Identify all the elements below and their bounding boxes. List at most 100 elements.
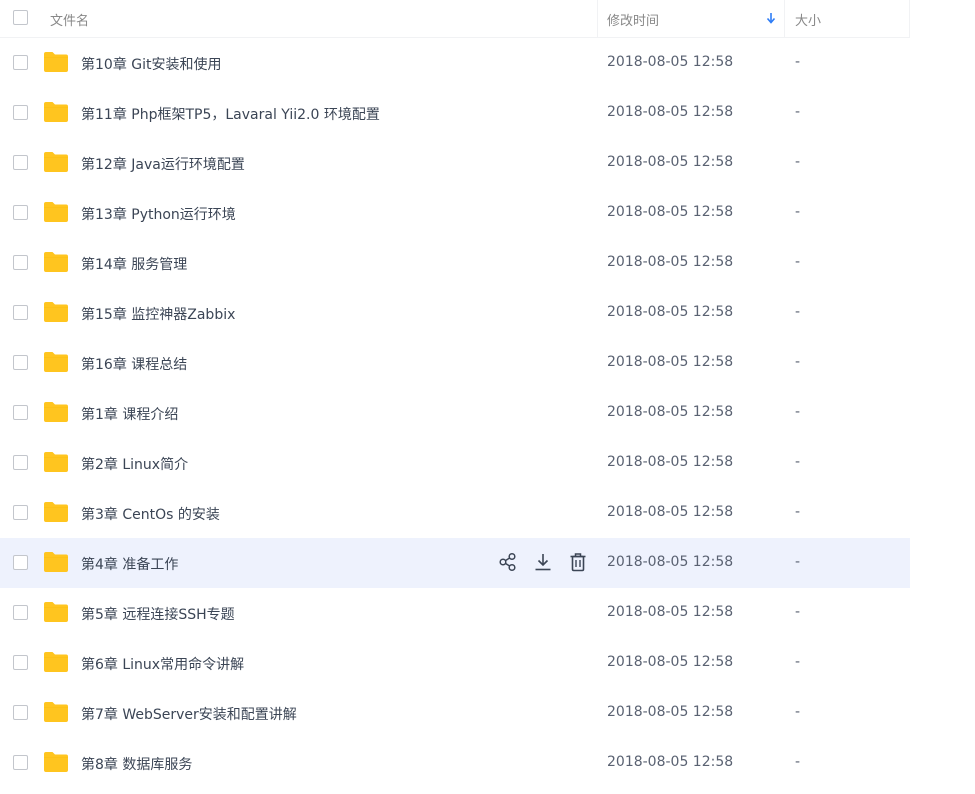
file-list-header: 文件名 修改时间 大小 bbox=[0, 0, 910, 38]
file-size: - bbox=[795, 104, 801, 120]
file-size: - bbox=[795, 404, 801, 420]
share-icon bbox=[497, 551, 519, 573]
column-header-size[interactable]: 大小 bbox=[795, 10, 821, 29]
file-row[interactable]: 第2章 Linux简介 2018-08-05 12:58 - bbox=[0, 438, 910, 488]
file-name[interactable]: 第14章 服务管理 bbox=[81, 254, 187, 274]
folder-icon bbox=[44, 302, 68, 322]
file-row[interactable]: 第12章 Java运行环境配置 2018-08-05 12:58 - bbox=[0, 138, 910, 188]
row-checkbox[interactable] bbox=[13, 705, 28, 720]
row-checkbox[interactable] bbox=[13, 455, 28, 470]
delete-icon bbox=[567, 551, 589, 573]
file-name[interactable]: 第5章 远程连接SSH专题 bbox=[81, 604, 235, 624]
folder-icon bbox=[44, 602, 68, 622]
file-row[interactable]: 第14章 服务管理 2018-08-05 12:58 - bbox=[0, 238, 910, 288]
modified-time: 2018-08-05 12:58 bbox=[607, 104, 734, 120]
modified-time: 2018-08-05 12:58 bbox=[607, 354, 734, 370]
modified-time: 2018-08-05 12:58 bbox=[607, 554, 734, 570]
folder-icon bbox=[44, 452, 68, 472]
file-name[interactable]: 第1章 课程介绍 bbox=[81, 404, 178, 424]
file-size: - bbox=[795, 504, 801, 520]
download-button[interactable] bbox=[532, 551, 554, 573]
row-checkbox[interactable] bbox=[13, 555, 28, 570]
file-row[interactable]: 第6章 Linux常用命令讲解 2018-08-05 12:58 - bbox=[0, 638, 910, 688]
file-size: - bbox=[795, 204, 801, 220]
folder-icon bbox=[44, 52, 68, 72]
file-row[interactable]: 第8章 数据库服务 2018-08-05 12:58 - bbox=[0, 738, 910, 788]
file-list: 第10章 Git安装和使用 2018-08-05 12:58- 第11章 Php框架… bbox=[0, 38, 910, 788]
row-checkbox[interactable] bbox=[13, 505, 28, 520]
file-row[interactable]: 第4章 准备工作 2018-08-05 12:58 - bbox=[0, 538, 910, 588]
column-header-name[interactable]: 文件名 bbox=[50, 10, 89, 29]
file-size: - bbox=[795, 54, 801, 70]
modified-time: 2018-08-05 12:58 bbox=[607, 404, 734, 420]
arrow-down-icon[interactable] bbox=[764, 8, 778, 28]
folder-icon bbox=[44, 252, 68, 272]
file-row[interactable]: 第16章 课程总结 2018-08-05 12:58 - bbox=[0, 338, 910, 388]
file-name[interactable]: 第11章 Php框架TP5，Lavaral Yii2.0 环境配置 bbox=[81, 104, 380, 124]
file-row[interactable]: 第1章 课程介绍 2018-08-05 12:58 - bbox=[0, 388, 910, 438]
modified-time: 2018-08-05 12:58 bbox=[607, 504, 734, 520]
file-row[interactable]: 第10章 Git安装和使用 2018-08-05 12:58 - bbox=[0, 38, 910, 88]
file-name[interactable]: 第16章 课程总结 bbox=[81, 354, 187, 374]
file-name[interactable]: 第2章 Linux简介 bbox=[81, 454, 188, 474]
modified-time: 2018-08-05 12:58 bbox=[607, 54, 734, 70]
folder-icon bbox=[44, 752, 68, 772]
row-checkbox[interactable] bbox=[13, 55, 28, 70]
file-size: - bbox=[795, 604, 801, 620]
file-size: - bbox=[795, 454, 801, 470]
modified-time: 2018-08-05 12:58 bbox=[607, 154, 734, 170]
column-divider[interactable] bbox=[784, 0, 785, 37]
delete-button[interactable] bbox=[567, 551, 589, 573]
folder-icon bbox=[44, 352, 68, 372]
file-size: - bbox=[795, 704, 801, 720]
row-checkbox[interactable] bbox=[13, 305, 28, 320]
file-row[interactable]: 第11章 Php框架TP5，Lavaral Yii2.0 环境配置 2018-08… bbox=[0, 88, 910, 138]
folder-icon bbox=[44, 402, 68, 422]
file-size: - bbox=[795, 354, 801, 370]
folder-icon bbox=[44, 502, 68, 522]
row-checkbox[interactable] bbox=[13, 155, 28, 170]
row-checkbox[interactable] bbox=[13, 105, 28, 120]
file-name[interactable]: 第12章 Java运行环境配置 bbox=[81, 154, 245, 174]
column-divider[interactable] bbox=[597, 0, 598, 37]
file-size: - bbox=[795, 154, 801, 170]
folder-icon bbox=[44, 652, 68, 672]
file-name[interactable]: 第15章 监控神器Zabbix bbox=[81, 304, 235, 324]
download-icon bbox=[532, 551, 554, 573]
row-checkbox[interactable] bbox=[13, 655, 28, 670]
modified-time: 2018-08-05 12:58 bbox=[607, 654, 734, 670]
column-divider[interactable] bbox=[909, 0, 910, 37]
file-size: - bbox=[795, 554, 801, 570]
file-name[interactable]: 第10章 Git安装和使用 bbox=[81, 54, 222, 74]
file-size: - bbox=[795, 654, 801, 670]
file-row[interactable]: 第3章 CentOs 的安装 2018-08-05 12:58 - bbox=[0, 488, 910, 538]
select-all-checkbox[interactable] bbox=[13, 10, 28, 25]
modified-time: 2018-08-05 12:58 bbox=[607, 754, 734, 770]
file-size: - bbox=[795, 754, 801, 770]
file-name[interactable]: 第13章 Python运行环境 bbox=[81, 204, 236, 224]
file-row[interactable]: 第7章 WebServer安装和配置讲解 2018-08-05 12:58 - bbox=[0, 688, 910, 738]
folder-icon bbox=[44, 102, 68, 122]
file-name[interactable]: 第4章 准备工作 bbox=[81, 554, 178, 574]
file-row[interactable]: 第5章 远程连接SSH专题 2018-08-05 12:58 - bbox=[0, 588, 910, 638]
column-header-time[interactable]: 修改时间 bbox=[607, 10, 659, 29]
modified-time: 2018-08-05 12:58 bbox=[607, 604, 734, 620]
modified-time: 2018-08-05 12:58 bbox=[607, 704, 734, 720]
row-checkbox[interactable] bbox=[13, 255, 28, 270]
row-checkbox[interactable] bbox=[13, 605, 28, 620]
file-name[interactable]: 第3章 CentOs 的安装 bbox=[81, 504, 220, 524]
file-name[interactable]: 第7章 WebServer安装和配置讲解 bbox=[81, 704, 297, 724]
row-checkbox[interactable] bbox=[13, 205, 28, 220]
folder-icon bbox=[44, 152, 68, 172]
file-size: - bbox=[795, 254, 801, 270]
file-name[interactable]: 第6章 Linux常用命令讲解 bbox=[81, 654, 244, 674]
share-button[interactable] bbox=[497, 551, 519, 573]
file-row[interactable]: 第15章 监控神器Zabbix 2018-08-05 12:58 - bbox=[0, 288, 910, 338]
modified-time: 2018-08-05 12:58 bbox=[607, 254, 734, 270]
file-row[interactable]: 第13章 Python运行环境 2018-08-05 12:58 - bbox=[0, 188, 910, 238]
row-checkbox[interactable] bbox=[13, 355, 28, 370]
row-checkbox[interactable] bbox=[13, 755, 28, 770]
file-name[interactable]: 第8章 数据库服务 bbox=[81, 754, 192, 774]
row-checkbox[interactable] bbox=[13, 405, 28, 420]
file-size: - bbox=[795, 304, 801, 320]
